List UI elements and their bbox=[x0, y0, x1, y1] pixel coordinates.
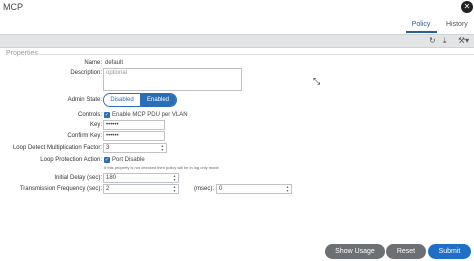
show-usage-button[interactable]: Show Usage bbox=[325, 244, 385, 259]
loop-action-note: If this property is not checked then pol… bbox=[104, 165, 220, 170]
initial-delay-field[interactable]: 180 bbox=[103, 173, 179, 183]
admin-state-disabled-option[interactable]: Disabled bbox=[104, 94, 140, 106]
mouse-cursor-icon: ⤡ bbox=[313, 76, 321, 86]
section-title: Properties bbox=[6, 50, 38, 57]
port-disable-checkbox[interactable]: ✓ bbox=[104, 157, 110, 163]
reset-button[interactable]: Reset bbox=[386, 244, 426, 259]
tx-freq-field[interactable]: 2 bbox=[103, 184, 179, 194]
controls-label: Controls: bbox=[77, 112, 102, 118]
port-disable-label: Port Disable bbox=[112, 157, 145, 163]
key-field[interactable]: •••••• bbox=[103, 120, 165, 130]
loop-factor-field[interactable]: 3 bbox=[103, 143, 167, 153]
tools-icon[interactable]: ⚒▾ bbox=[458, 37, 469, 45]
section-divider bbox=[38, 54, 474, 55]
window-title: MCP bbox=[3, 2, 23, 12]
msec-stepper[interactable]: ▴ ▾ bbox=[285, 185, 290, 193]
loop-action-label: Loop Protection Action: bbox=[40, 157, 102, 163]
admin-state-label: Admin State: bbox=[67, 97, 102, 103]
submit-button[interactable]: Submit bbox=[428, 244, 471, 259]
msec-label: (msec): bbox=[194, 186, 214, 192]
confirm-key-label: Confirm Key: bbox=[67, 133, 102, 139]
toolbar bbox=[0, 34, 474, 48]
tx-freq-label: Transmission Frequency (sec): bbox=[19, 186, 102, 192]
initial-delay-label: Initial Delay (sec): bbox=[54, 175, 102, 181]
initial-delay-stepper[interactable]: ▴ ▾ bbox=[172, 174, 177, 182]
confirm-key-field[interactable]: •••••• bbox=[103, 131, 165, 141]
msec-field[interactable]: 0 bbox=[216, 184, 292, 194]
enable-mcp-pdu-label: Enable MCP PDU per VLAN bbox=[112, 112, 188, 118]
download-icon[interactable]: ⤓ bbox=[443, 37, 447, 45]
close-icon[interactable]: ✕ bbox=[461, 1, 473, 13]
loop-factor-label: Loop Detect Multiplication Factor: bbox=[12, 145, 102, 151]
tab-policy[interactable]: Policy bbox=[411, 21, 431, 28]
description-label: Description: bbox=[70, 70, 102, 76]
tab-history[interactable]: History bbox=[446, 21, 468, 28]
tx-freq-stepper[interactable]: ▴ ▾ bbox=[172, 185, 177, 193]
name-label: Name: bbox=[84, 60, 102, 66]
admin-state-enabled-option[interactable]: Enabled bbox=[140, 94, 176, 106]
loop-factor-stepper[interactable]: ▴ ▾ bbox=[160, 144, 165, 152]
enable-mcp-pdu-checkbox[interactable]: ✓ bbox=[104, 112, 110, 118]
admin-state-toggle[interactable]: Disabled Enabled bbox=[103, 93, 177, 107]
name-value: default bbox=[105, 60, 124, 66]
refresh-icon[interactable]: ↻ bbox=[429, 37, 436, 45]
description-field[interactable]: optional bbox=[103, 68, 242, 91]
key-label: Key: bbox=[89, 122, 102, 128]
active-tab-indicator bbox=[406, 31, 437, 33]
